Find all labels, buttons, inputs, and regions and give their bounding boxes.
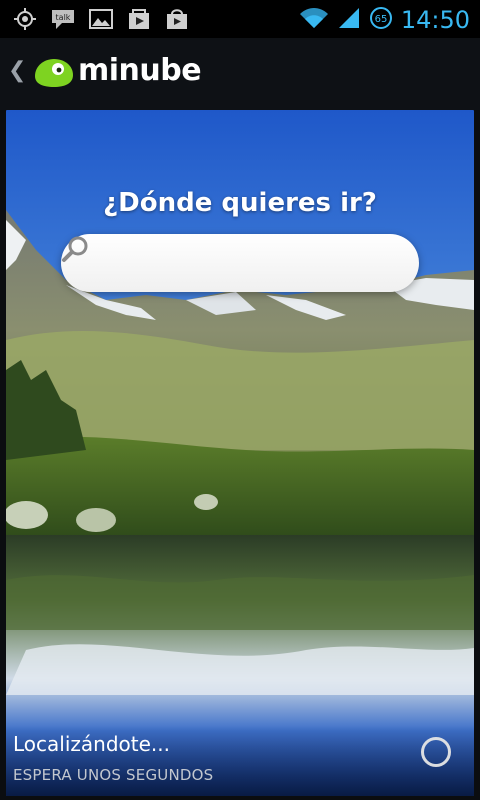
location-status-title: Localizándote... [13,732,170,756]
signal-icon [337,6,361,34]
destination-question: ¿Dónde quieres ir? [103,188,377,218]
status-bar: talk 65 14:50 [0,0,480,38]
app-bar: ❮ minube [0,38,480,110]
back-button[interactable]: ❮ [8,58,26,83]
system-status: 65 14:50 [299,6,470,34]
market-icon [164,6,190,32]
search-icon[interactable] [61,234,91,264]
loading-spinner [421,737,451,767]
play-store-icon [126,6,152,32]
brand-name: minube [78,53,202,88]
location-status-subtitle: ESPERA UNOS SEGUNDOS [13,766,214,784]
hero-background: ¿Dónde quieres ir? Localizándote... ESPE… [6,110,474,796]
minube-logo[interactable]: minube [32,53,202,88]
svg-text:talk: talk [56,13,71,22]
minube-logo-mark-icon [35,58,73,87]
battery-icon: 65 [369,6,393,34]
wifi-icon [299,6,329,34]
search-box[interactable] [61,234,419,292]
talk-icon: talk [50,6,76,32]
svg-text:65: 65 [374,14,387,25]
image-icon [88,6,114,32]
search-input[interactable] [81,244,375,284]
clock: 14:50 [400,6,470,34]
notification-icons: talk [12,6,190,32]
gps-icon [12,6,38,32]
